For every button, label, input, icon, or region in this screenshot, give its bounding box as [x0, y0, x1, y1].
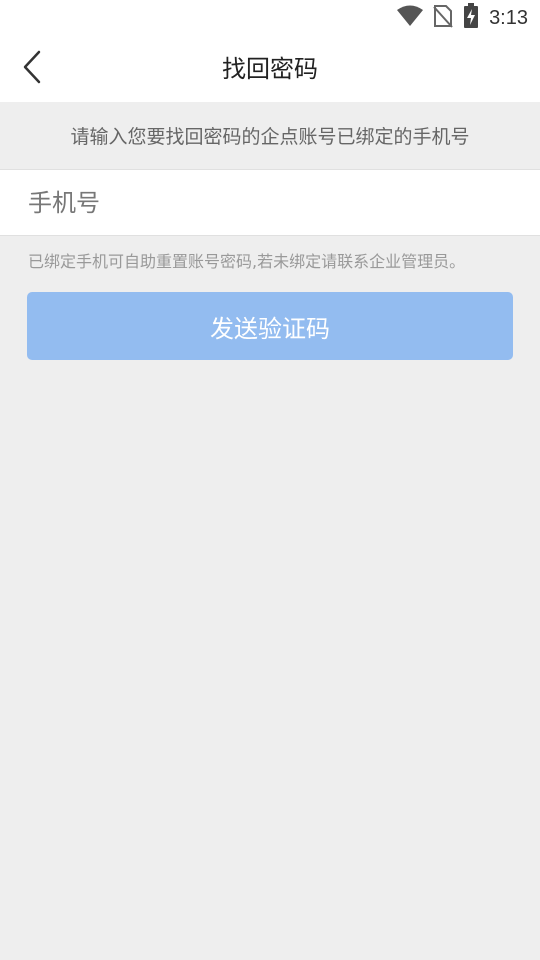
hint-bar: 请输入您要找回密码的企点账号已绑定的手机号 [0, 102, 540, 169]
wifi-icon [397, 5, 424, 31]
status-time: 3:13 [489, 6, 528, 29]
nav-bar: 找回密码 [0, 36, 540, 102]
phone-field-row [0, 169, 540, 236]
hint-text: 请输入您要找回密码的企点账号已绑定的手机号 [70, 126, 470, 148]
battery-charging-icon [463, 3, 479, 33]
page-title: 找回密码 [222, 55, 318, 83]
binding-note: 已绑定手机可自助重置账号密码,若未绑定请联系企业管理员。 [28, 252, 466, 271]
status-icons: 3:13 [397, 3, 528, 33]
send-verification-code-button[interactable]: 发送验证码 [27, 292, 513, 360]
no-sim-icon [433, 4, 453, 32]
phone-number-input[interactable] [28, 170, 512, 235]
status-bar: 3:13 [0, 0, 540, 36]
